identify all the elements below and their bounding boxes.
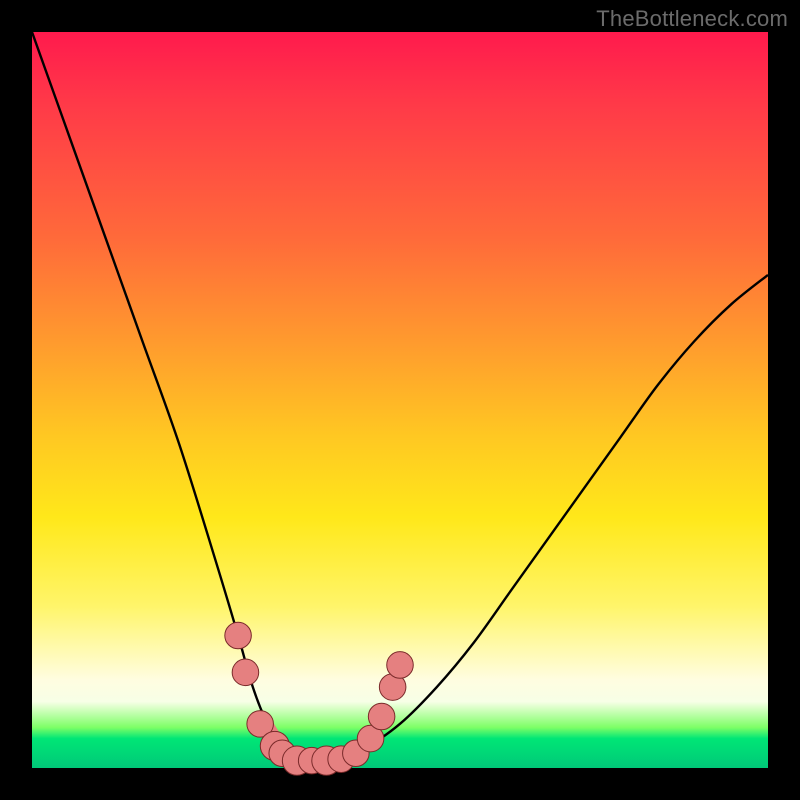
chart-frame: TheBottleneck.com (0, 0, 800, 800)
curve-svg (32, 32, 768, 768)
data-marker (232, 659, 259, 686)
data-marker (387, 652, 414, 679)
watermark-text: TheBottleneck.com (596, 6, 788, 32)
data-marker (368, 703, 395, 730)
plot-area (32, 32, 768, 768)
marker-group (225, 622, 413, 775)
data-marker (225, 622, 252, 649)
